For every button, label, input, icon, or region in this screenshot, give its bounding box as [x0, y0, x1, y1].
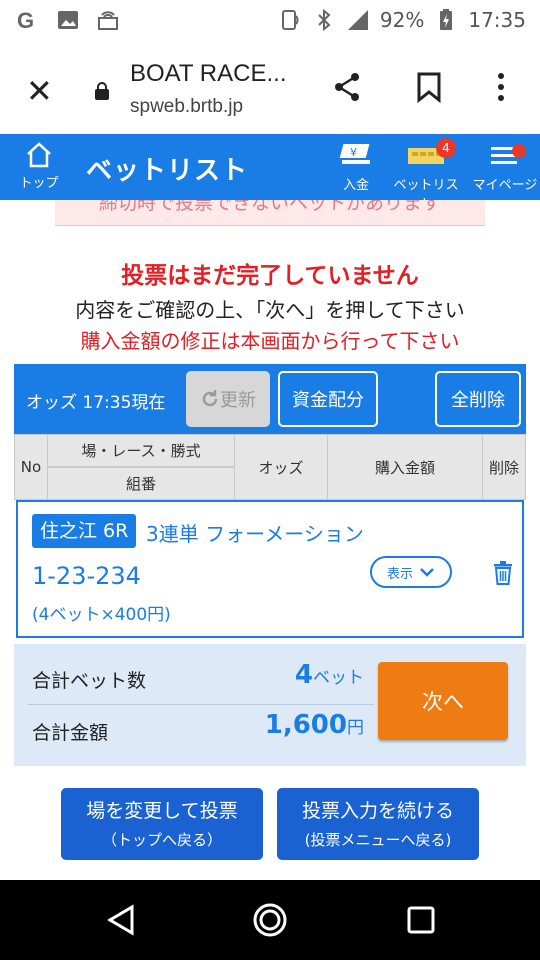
total-amount-value: 1,600円: [265, 710, 364, 740]
clock: 17:35: [468, 8, 526, 32]
incomplete-message: 投票はまだ完了していません: [121, 263, 419, 289]
bet-count-number: 4: [294, 660, 313, 690]
continue-voting-sublabel: (投票メニューへ戻る): [304, 831, 452, 849]
home-button[interactable]: トップ: [14, 142, 64, 191]
browser-page-title: BOAT RACE...: [130, 60, 287, 87]
chevron-down-icon: [420, 568, 434, 577]
warning-text: 締切時で投票できないベットがあります: [98, 200, 441, 214]
trash-icon[interactable]: [492, 560, 514, 586]
amount-note: 購入金額の修正は本画面から行って下さい: [80, 329, 460, 353]
col-venue-race-type: 場・レース・勝式: [48, 435, 234, 466]
bookmark-icon[interactable]: [412, 70, 446, 104]
page-title: ベットリスト: [86, 156, 249, 186]
nav-mypage[interactable]: マイページ: [470, 142, 540, 193]
betlist-badge: 4: [436, 138, 456, 158]
browser-toolbar: ✕ BOAT RACE... spweb.brtb.jp: [0, 42, 540, 134]
col-odds: オッズ: [235, 435, 327, 499]
continue-voting-label: 投票入力を続ける: [301, 800, 454, 822]
delete-all-button[interactable]: 全削除: [435, 371, 521, 427]
back-icon[interactable]: [106, 904, 136, 936]
bet-count-value: 4ベット: [295, 660, 364, 690]
refresh-label: 更新: [220, 390, 256, 411]
system-nav-bar: [0, 880, 540, 960]
lock-icon: [95, 82, 109, 100]
home-icon: [27, 142, 51, 168]
total-amount-unit: 円: [347, 718, 364, 738]
bet-detail: (4ベット×400円): [32, 605, 171, 625]
bet-type: 3連単 フォーメーション: [146, 522, 364, 546]
refresh-button[interactable]: 更新: [186, 371, 270, 427]
total-amount-number: 1,600: [264, 710, 347, 740]
bet-combination: 1-23-234: [32, 562, 141, 590]
gallery-icon: [58, 11, 78, 29]
col-delete: 削除: [483, 435, 525, 499]
share-icon[interactable]: [330, 70, 364, 104]
nfc-icon: [281, 10, 299, 30]
more-icon[interactable]: [484, 70, 518, 104]
show-label: 表示: [386, 566, 413, 582]
change-venue-button[interactable]: 場を変更して投票 （トップへ戻る）: [61, 788, 263, 860]
allocate-button[interactable]: 資金配分: [278, 371, 378, 427]
col-combination: 組番: [48, 468, 234, 499]
battery-icon: [440, 9, 453, 30]
show-button[interactable]: 表示: [370, 556, 452, 588]
bet-count-label: 合計ベット数: [32, 670, 147, 692]
home-circle-icon[interactable]: [252, 902, 288, 938]
nav-deposit-label: 入金: [342, 178, 369, 193]
change-venue-sublabel: （トップへ戻る）: [101, 831, 222, 849]
notification-dot: [512, 144, 526, 158]
summary-panel: 合計ベット数 4ベット 合計金額 1,600円 次へ: [14, 644, 526, 766]
svg-text:¥: ¥: [350, 146, 357, 159]
col-no: No: [15, 435, 47, 499]
home-label: トップ: [19, 176, 59, 191]
venue-race-tag: 住之江 6R: [32, 514, 137, 548]
status-bar: G 92% 17:35: [0, 0, 540, 42]
allocate-label: 資金配分: [292, 390, 364, 411]
total-amount-label: 合計金額: [32, 722, 109, 744]
cast-icon: [98, 11, 118, 30]
bet-toolbar: オッズ 17:35現在 更新 資金配分 全削除: [14, 364, 526, 434]
nav-deposit[interactable]: ¥ 入金: [336, 142, 376, 193]
warning-banner: 締切時で投票できないベットがあります: [55, 200, 485, 226]
delete-all-label: 全削除: [451, 390, 505, 411]
app-header: トップ ベットリスト ¥ 入金 4 ベットリスト マイページ: [0, 134, 540, 212]
col-amount: 購入金額: [328, 435, 482, 499]
next-button[interactable]: 次へ: [378, 662, 508, 740]
google-icon: G: [17, 8, 34, 32]
bet-item: 住之江 6R 3連単 フォーメーション 1-23-234 (4ベット×400円)…: [16, 500, 524, 638]
change-venue-label: 場を変更して投票: [86, 800, 238, 822]
odds-timestamp: オッズ 17:35現在: [26, 393, 166, 413]
confirm-message: 内容をご確認の上、「次へ」を押して下さい: [75, 298, 465, 322]
browser-url[interactable]: spweb.brtb.jp: [130, 96, 243, 118]
svg-text:G: G: [17, 8, 34, 32]
table-header: No 場・レース・勝式 組番 オッズ 購入金額 削除: [14, 434, 526, 500]
deposit-icon: ¥: [339, 144, 370, 164]
bluetooth-icon: [318, 8, 331, 32]
bet-count-unit: ベット: [313, 668, 364, 688]
refresh-icon: [202, 390, 218, 407]
battery-percent: 92%: [379, 8, 425, 32]
summary-divider: [28, 704, 374, 705]
signal-icon: [347, 10, 368, 30]
recents-icon[interactable]: [406, 905, 436, 935]
continue-voting-button[interactable]: 投票入力を続ける (投票メニューへ戻る): [277, 788, 479, 860]
nav-mypage-label: マイページ: [472, 178, 538, 193]
close-icon[interactable]: ✕: [26, 72, 53, 110]
